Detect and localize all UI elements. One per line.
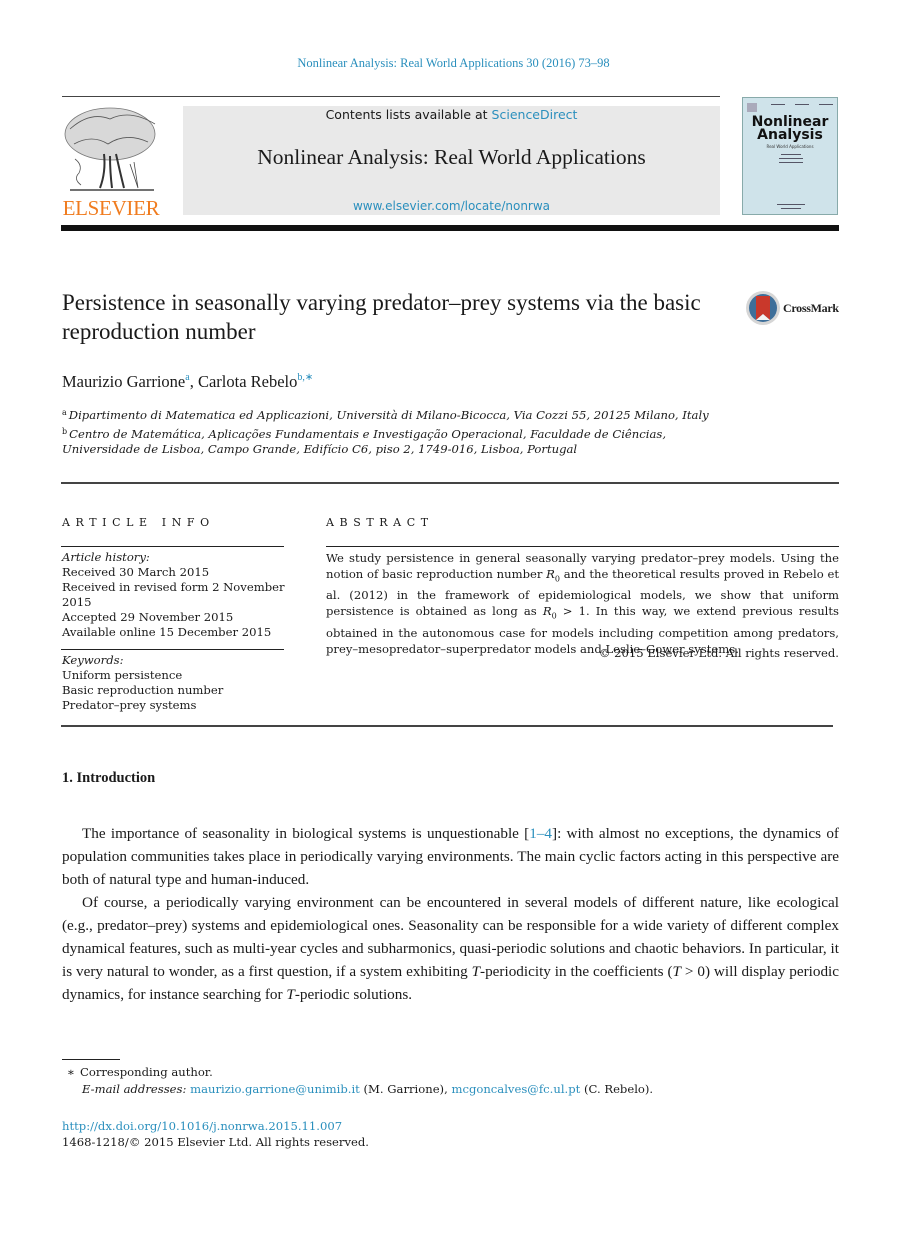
email-link[interactable]: maurizio.garrione@unimib.it	[190, 1082, 360, 1096]
email-owner: (M. Garrione),	[359, 1082, 452, 1096]
cover-title: Nonlinear Analysis	[743, 115, 837, 143]
math-symbol: T	[471, 963, 481, 980]
math-symbol: R	[546, 567, 555, 581]
issn-copyright: 1468-1218/© 2015 Elsevier Ltd. All right…	[62, 1135, 369, 1149]
email-label: E-mail addresses:	[82, 1082, 187, 1096]
cover-subtitle: Real World Applications	[766, 144, 814, 149]
history-item: Accepted 29 November 2015	[62, 610, 234, 624]
section-heading: 1. Introduction	[62, 770, 156, 786]
keyword-item: Basic reproduction number	[62, 683, 224, 697]
paragraph-text: -periodicity in the coefficients (	[480, 963, 673, 980]
divider	[326, 546, 839, 548]
email-addresses: E-mail addresses: maurizio.garrione@unim…	[62, 1081, 842, 1098]
affiliations: a Dipartimento di Matematica ed Applicazi…	[62, 405, 722, 458]
keywords-label: Keywords:	[62, 653, 124, 667]
article-history: Article history: Received 30 March 2015 …	[62, 550, 292, 640]
journal-cover-thumbnail[interactable]: Nonlinear Analysis Real World Application…	[742, 97, 838, 215]
contents-line: Contents lists available at ScienceDirec…	[183, 107, 720, 122]
article-title: Persistence in seasonally varying predat…	[62, 290, 701, 344]
math-symbol: T	[672, 963, 681, 980]
footnote-text: Corresponding author.	[80, 1065, 213, 1079]
crossmark-label: CrossMark	[783, 301, 839, 315]
footnote-rule	[62, 1059, 120, 1060]
contents-prefix: Contents lists available at	[325, 107, 492, 122]
header-thick-rule	[61, 225, 839, 231]
footnote-star: ∗	[67, 1065, 75, 1079]
header-top-rule	[62, 96, 720, 97]
affiliation-item: b Centro de Matemática, Aplicações Fundam…	[62, 424, 722, 458]
cover-meta-line	[795, 104, 809, 105]
cover-meta-line	[781, 208, 801, 209]
cover-meta-line	[819, 104, 833, 105]
journal-url-link[interactable]: www.elsevier.com/locate/nonrwa	[183, 199, 720, 213]
abstract-heading: ABSTRACT	[326, 516, 434, 529]
affiliation-mark: a	[62, 408, 67, 417]
author-name[interactable]: Maurizio Garrione	[62, 372, 185, 391]
body-paragraph: The importance of seasonality in biologi…	[62, 822, 839, 891]
author-affiliation-mark[interactable]: b,∗	[297, 372, 313, 383]
history-item: Received 30 March 2015	[62, 565, 210, 579]
cover-publisher-icon	[747, 103, 757, 112]
citation-link[interactable]: 1–4	[529, 825, 552, 842]
abstract-text: We study persistence in general seasonal…	[326, 550, 839, 657]
cover-meta-line	[779, 162, 803, 163]
email-link[interactable]: mcgoncalves@fc.ul.pt	[451, 1082, 580, 1096]
affiliation-mark: b	[62, 426, 68, 436]
tree-icon	[64, 107, 156, 191]
author-name[interactable]: Carlota Rebelo	[198, 372, 297, 391]
cover-meta-line	[781, 154, 801, 155]
journal-reference-link[interactable]: Nonlinear Analysis: Real World Applicati…	[0, 56, 907, 71]
article-info-heading: ARTICLE INFO	[62, 516, 215, 529]
math-symbol: T	[286, 986, 295, 1003]
cover-meta-line	[779, 158, 803, 159]
keywords: Keywords: Uniform persistence Basic repr…	[62, 653, 292, 713]
history-item: Available online 15 December 2015	[62, 625, 272, 639]
affiliation-item: a Dipartimento di Matematica ed Applicazi…	[62, 405, 722, 424]
crossmark-button[interactable]: CrossMark	[745, 290, 845, 328]
author-separator: ,	[189, 372, 198, 391]
divider	[61, 725, 833, 727]
sciencedirect-link[interactable]: ScienceDirect	[492, 107, 578, 122]
cover-meta-line	[771, 104, 785, 105]
footnotes: ∗ Corresponding author. E-mail addresses:…	[62, 1064, 842, 1098]
corresponding-author-note: ∗ Corresponding author.	[62, 1064, 842, 1081]
cover-title-line2: Analysis	[757, 127, 823, 143]
history-item: Received in revised form 2 November 2015	[62, 580, 285, 609]
divider	[61, 546, 284, 548]
journal-title: Nonlinear Analysis: Real World Applicati…	[257, 145, 646, 169]
doi-link[interactable]: http://dx.doi.org/10.1016/j.nonrwa.2015.…	[62, 1119, 342, 1133]
affiliation-text: Dipartimento di Matematica ed Applicazio…	[68, 408, 709, 422]
elsevier-wordmark: ELSEVIER	[62, 196, 160, 220]
math-symbol: R	[542, 604, 552, 619]
divider	[61, 649, 284, 651]
keyword-item: Uniform persistence	[62, 668, 183, 682]
author-list: Maurizio Garrionea, Carlota Rebelob,∗	[62, 372, 313, 392]
body-paragraph: Of course, a periodically varying enviro…	[62, 891, 839, 1006]
paragraph-text: -periodic solutions.	[294, 986, 413, 1003]
paragraph-text: The importance of seasonality in biologi…	[82, 825, 530, 842]
email-owner: (C. Rebelo).	[580, 1082, 654, 1096]
cover-meta-line	[777, 204, 805, 205]
affiliation-text: Centro de Matemática, Aplicações Fundame…	[62, 426, 667, 457]
doi-block: http://dx.doi.org/10.1016/j.nonrwa.2015.…	[62, 1118, 369, 1150]
keyword-item: Predator–prey systems	[62, 698, 197, 712]
abstract-copyright: © 2015 Elsevier Ltd. All rights reserved…	[598, 646, 839, 660]
crossmark-icon	[746, 291, 780, 325]
divider	[61, 482, 839, 484]
history-label: Article history:	[62, 550, 150, 564]
